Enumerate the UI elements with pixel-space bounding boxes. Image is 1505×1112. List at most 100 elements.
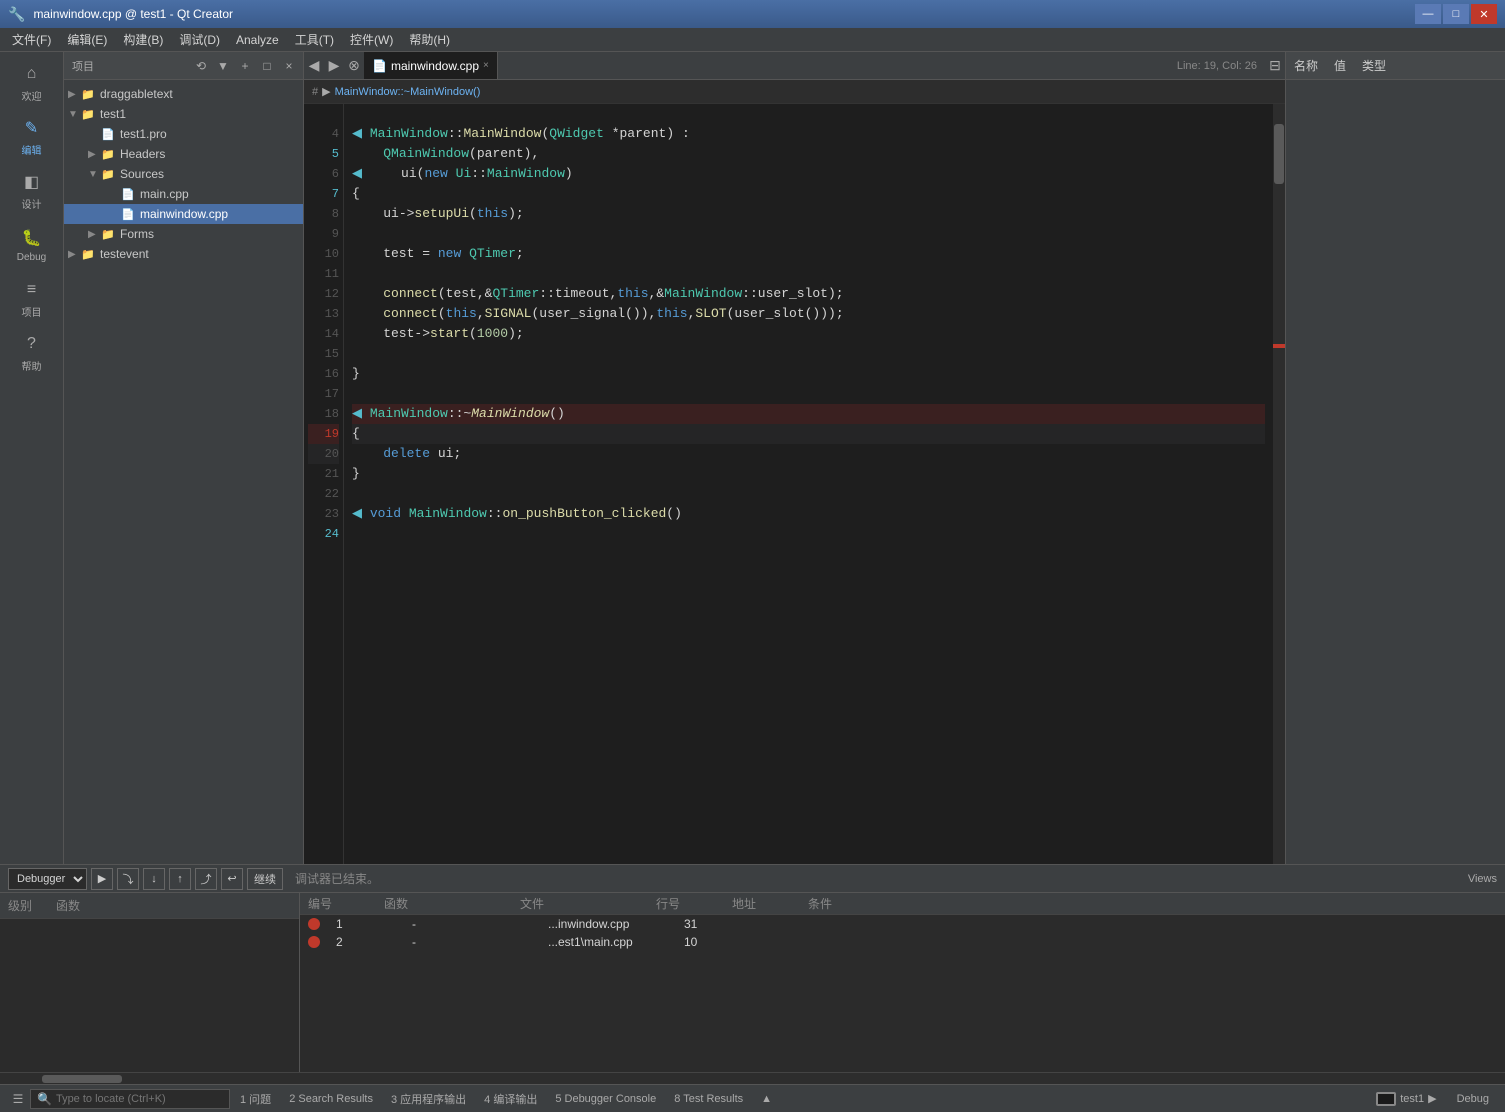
editor-content[interactable]: 4 5 6 7 8 9 10 11 12 13 14 15 16 17 18 1… xyxy=(304,104,1285,864)
sidebar-item-debug[interactable]: 🐛 Debug xyxy=(4,218,60,270)
project-icon: ≡ xyxy=(20,278,44,302)
project-toolbar: 项目 ⟲ ▼ + □ × xyxy=(64,52,303,80)
tab-mainwindowcpp[interactable]: 📄 mainwindow.cpp × xyxy=(364,52,498,80)
debug-step-out-button[interactable]: ↑ xyxy=(169,868,191,890)
breakpoint-row-2[interactable]: 2 - ...est1\main.cpp 10 xyxy=(300,933,1505,951)
statusbar-issues[interactable]: 1 问题 xyxy=(232,1089,279,1109)
call-stack-col-func: 函数 xyxy=(56,897,80,914)
debug-return-button[interactable]: ↩ xyxy=(221,868,243,890)
right-col-value: 值 xyxy=(1334,57,1346,74)
right-panel: 名称 值 类型 xyxy=(1285,52,1505,864)
bp-file: ...est1\main.cpp xyxy=(548,935,668,949)
tree-item-maincpp[interactable]: 📄 main.cpp xyxy=(64,184,303,204)
tree-item-test1pro[interactable]: 📄 test1.pro xyxy=(64,124,303,144)
statusbar-test-results[interactable]: 8 Test Results xyxy=(666,1091,751,1107)
tab-close-all-button[interactable]: ⊗ xyxy=(344,52,364,80)
views-button[interactable]: Views xyxy=(1468,873,1497,885)
filter-button[interactable]: ▼ xyxy=(213,56,233,76)
menu-item-3[interactable]: 调试(D) xyxy=(171,29,228,50)
window-title: mainwindow.cpp @ test1 - Qt Creator xyxy=(33,7,1415,21)
cpp-file-icon: 📄 xyxy=(120,186,136,202)
debug-mode-label[interactable]: Debug xyxy=(1449,1091,1497,1107)
sidebar-item-welcome[interactable]: ⌂ 欢迎 xyxy=(4,56,60,108)
scrollbar-thumb[interactable] xyxy=(1274,124,1284,184)
debug-icon: 🐛 xyxy=(20,226,44,250)
statusbar-debugger-console[interactable]: 5 Debugger Console xyxy=(547,1091,664,1107)
help-icon: ? xyxy=(20,332,44,356)
bp-func: - xyxy=(412,935,532,949)
breakpoint-dot xyxy=(308,936,320,948)
line-numbers: 4 5 6 7 8 9 10 11 12 13 14 15 16 17 18 1… xyxy=(304,104,344,864)
code-text[interactable]: ◀ MainWindow::MainWindow(QWidget *parent… xyxy=(344,104,1273,864)
tree-item-headers[interactable]: ▶ 📁 Headers xyxy=(64,144,303,164)
minimize-button[interactable]: — xyxy=(1415,4,1441,24)
debug-run-button[interactable]: ▶ xyxy=(91,868,113,890)
debug-step-into-button[interactable]: ↓ xyxy=(143,868,165,890)
bottom-scrollbar[interactable] xyxy=(0,1072,1505,1084)
window-button[interactable]: □ xyxy=(257,56,277,76)
statusbar-app-output[interactable]: 3 应用程序输出 xyxy=(383,1089,474,1109)
tree-item-test1[interactable]: ▼ 📁 test1 xyxy=(64,104,303,124)
debugger-select[interactable]: Debugger xyxy=(8,868,87,890)
breadcrumb-function[interactable]: MainWindow::~MainWindow() xyxy=(335,86,481,98)
tab-back-button[interactable]: ◀ xyxy=(304,52,324,80)
close-panel-button[interactable]: × xyxy=(279,56,299,76)
expand-arrow: ▶ xyxy=(88,229,100,240)
bp-file: ...inwindow.cpp xyxy=(548,917,668,931)
debug-continue-button[interactable]: 继续 xyxy=(247,868,283,890)
editor-position: Line: 19, Col: 26 xyxy=(1169,60,1265,72)
tree-item-label: main.cpp xyxy=(140,187,189,201)
bottom-area: Debugger ▶ ⤵ ↓ ↑ ⤴ ↩ 继续 调试器已结束。 Views 级别… xyxy=(0,864,1505,1084)
target-button[interactable]: test1 ▶ xyxy=(1368,1090,1444,1108)
bp-func: - xyxy=(412,917,532,931)
menu-item-5[interactable]: 工具(T) xyxy=(287,29,342,50)
project-tree: ▶ 📁 draggabletext ▼ 📁 test1 📄 test1.pro … xyxy=(64,80,303,864)
bp-col-func: 函数 xyxy=(384,895,504,912)
tab-forward-button[interactable]: ▶ xyxy=(324,52,344,80)
statusbar-menu-button[interactable]: ☰ xyxy=(8,1089,28,1109)
bp-num: 1 xyxy=(336,917,396,931)
statusbar-right: test1 ▶ Debug xyxy=(1368,1090,1497,1108)
sidebar-item-project[interactable]: ≡ 项目 xyxy=(4,272,60,324)
sidebar-item-edit[interactable]: ✎ 编辑 xyxy=(4,110,60,162)
locate-input[interactable] xyxy=(56,1093,216,1105)
close-button[interactable]: ✕ xyxy=(1471,4,1497,24)
tree-item-testevent[interactable]: ▶ 📁 testevent xyxy=(64,244,303,264)
tree-item-sources[interactable]: ▼ 📁 Sources xyxy=(64,164,303,184)
add-button[interactable]: + xyxy=(235,56,255,76)
bp-col-addr: 地址 xyxy=(732,895,792,912)
menu-item-0[interactable]: 文件(F) xyxy=(4,29,59,50)
statusbar-search-results[interactable]: 2 Search Results xyxy=(281,1091,381,1107)
debug-jump-button[interactable]: ⤴ xyxy=(195,868,217,890)
breakpoints-header: 编号 函数 文件 行号 地址 条件 xyxy=(300,893,1505,915)
sidebar-item-help[interactable]: ? 帮助 xyxy=(4,326,60,378)
menu-item-4[interactable]: Analyze xyxy=(228,31,287,49)
breadcrumb-separator: ▶ xyxy=(322,85,330,98)
editor-breadcrumb: # ▶ MainWindow::~MainWindow() xyxy=(304,80,1285,104)
vertical-scrollbar[interactable] xyxy=(1273,104,1285,864)
breakpoint-row-1[interactable]: 1 - ...inwindow.cpp 31 xyxy=(300,915,1505,933)
menu-item-6[interactable]: 控件(W) xyxy=(342,29,401,50)
tree-item-forms[interactable]: ▶ 📁 Forms xyxy=(64,224,303,244)
right-panel-toolbar: 名称 值 类型 xyxy=(1286,52,1505,80)
split-button[interactable]: ⊟ xyxy=(1265,52,1285,80)
tree-item-draggabletext[interactable]: ▶ 📁 draggabletext xyxy=(64,84,303,104)
menu-item-1[interactable]: 编辑(E) xyxy=(59,29,115,50)
tree-item-mainwindowcpp[interactable]: 📄 mainwindow.cpp xyxy=(64,204,303,224)
sidebar-item-design[interactable]: ◧ 设计 xyxy=(4,164,60,216)
statusbar-search[interactable]: 🔍 xyxy=(30,1089,230,1109)
menu-item-2[interactable]: 构建(B) xyxy=(115,29,171,50)
menu-item-7[interactable]: 帮助(H) xyxy=(401,29,458,50)
expand-arrow xyxy=(108,189,120,200)
scrollbar-thumb[interactable] xyxy=(42,1075,122,1083)
maximize-button[interactable]: □ xyxy=(1443,4,1469,24)
debugger-status: 调试器已结束。 xyxy=(287,870,1464,887)
target-label: test1 xyxy=(1400,1093,1424,1105)
tab-label: mainwindow.cpp xyxy=(391,59,479,73)
sync-button[interactable]: ⟲ xyxy=(191,56,211,76)
tab-close-button[interactable]: × xyxy=(483,60,489,71)
debug-step-over-button[interactable]: ⤵ xyxy=(117,868,139,890)
statusbar-compile-output[interactable]: 4 编译输出 xyxy=(476,1089,545,1109)
tree-item-label: Forms xyxy=(120,227,154,241)
statusbar-up-button[interactable]: ▲ xyxy=(753,1091,780,1107)
